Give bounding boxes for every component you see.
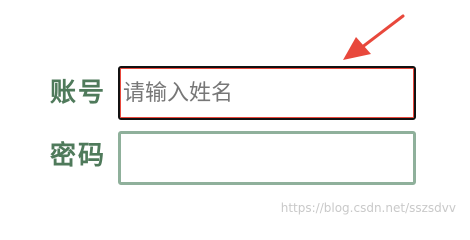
watermark-text: https://blog.csdn.net/sszsdvv [280, 201, 456, 215]
account-input[interactable] [118, 66, 416, 120]
password-label: 密码 [50, 141, 107, 171]
password-input[interactable] [118, 131, 416, 185]
pointer-arrow-icon [343, 14, 405, 60]
account-label: 账号 [50, 78, 107, 108]
